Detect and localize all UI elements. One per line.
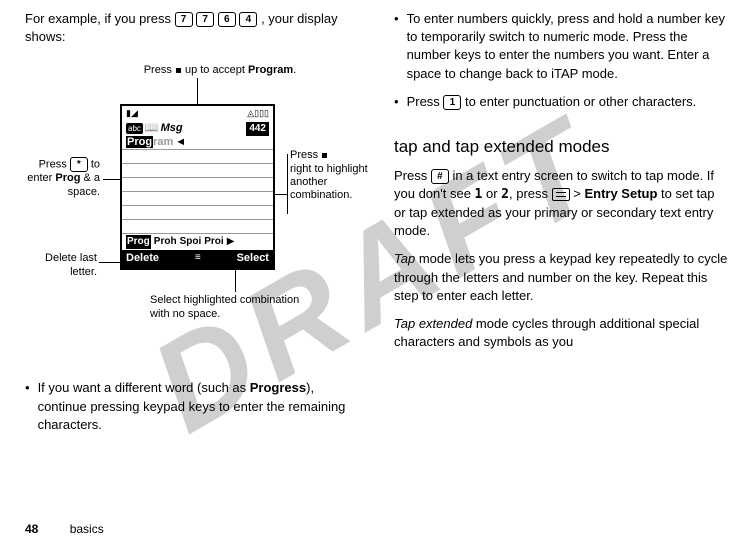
bullet-prefix: If you want a different word (such as — [38, 380, 250, 395]
page-number: 48 — [25, 522, 38, 536]
bullet2-text: Press 1 to enter punctuation or other ch… — [407, 93, 728, 111]
key-4: 4 — [239, 12, 257, 27]
signal-icon: ▮◢ — [126, 107, 138, 120]
softkey-bar: Delete ≡ Select — [122, 250, 273, 267]
p1-mid2: or — [482, 186, 501, 201]
bullet-bold: Progress — [250, 380, 306, 395]
intro-prefix: For example, if you press — [25, 11, 175, 26]
suggestion-1: Prog — [126, 235, 151, 249]
suggestion-row: Prog Proh Spoi Proi ▶ — [122, 234, 273, 250]
bullet2-suffix: to enter punctuation or other characters… — [461, 94, 696, 109]
text-line-2 — [122, 150, 273, 164]
callout-top-mid: up to accept — [182, 64, 248, 76]
p1-mid3: , press — [509, 186, 552, 201]
key-7a: 7 — [175, 12, 193, 27]
callout-top-suffix: . — [293, 64, 296, 76]
text-line-4 — [122, 178, 273, 192]
left-column: For example, if you press 7 7 6 4 , your… — [25, 10, 359, 500]
nav-dot-icon — [176, 68, 181, 73]
p1-sep: > — [570, 186, 585, 201]
text-line-6 — [122, 206, 273, 220]
callout-top: Press up to accept Program. — [130, 64, 310, 77]
right-bullet-1: • To enter numbers quickly, press and ho… — [394, 10, 728, 83]
diagram-area: Press up to accept Program. Press * to e… — [25, 64, 359, 364]
suggestion-2: Proh — [154, 235, 177, 249]
suggestion-3: Spoi — [180, 235, 202, 249]
p1-prefix: Press — [394, 168, 431, 183]
mode-2-icon: 2 — [501, 187, 509, 202]
status-bar: ▮◢ ◬▯▯▯ — [122, 106, 273, 121]
abc-mode-icon: abc — [126, 123, 143, 134]
softkey-menu-icon: ≡ — [195, 251, 201, 266]
bullet-dot: • — [25, 379, 30, 434]
callout-left1-bold: Prog — [55, 172, 80, 184]
key-7b: 7 — [196, 12, 214, 27]
msg-header: abc 📖 Msg 442 — [122, 121, 273, 136]
suggestion-4: Proi — [204, 235, 223, 249]
key-1-icon: 1 — [443, 95, 461, 110]
callout-bottom: Select highlighted combination with no s… — [150, 294, 320, 320]
callout-left1-prefix: Press — [39, 159, 70, 171]
intro-paragraph: For example, if you press 7 7 6 4 , your… — [25, 10, 359, 46]
callout-line-right-h — [275, 194, 287, 195]
prog-completion: ram — [153, 136, 173, 148]
callout-right-prefix: Press — [290, 149, 321, 161]
phone-screen: ▮◢ ◬▯▯▯ abc 📖 Msg 442 Program ◄ — [120, 104, 275, 269]
battery-icon: ◬▯▯▯ — [247, 107, 269, 120]
section-name: basics — [70, 522, 104, 536]
section-heading: tap and tap extended modes — [394, 135, 728, 159]
callout-right: Press right to highlight another combina… — [290, 149, 370, 202]
page-footer: 48 basics — [25, 521, 104, 538]
prog-highlight: Prog — [126, 136, 153, 148]
right-column: • To enter numbers quickly, press and ho… — [394, 10, 728, 500]
callout-line-bottom — [235, 268, 236, 292]
right-bullet-2: • Press 1 to enter punctuation or other … — [394, 93, 728, 111]
bullet1-text: To enter numbers quickly, press and hold… — [407, 10, 728, 83]
callout-right-suffix: right to highlight another combination. — [290, 163, 368, 201]
star-key-icon: * — [70, 157, 88, 172]
bullet-dot: • — [394, 93, 399, 111]
callout-line-left2 — [99, 262, 120, 263]
menu-key-icon — [552, 188, 570, 201]
text-line-5 — [122, 192, 273, 206]
paragraph-2: Tap mode lets you press a keypad key rep… — [394, 250, 728, 305]
dict-icon: 📖 — [145, 121, 159, 136]
nav-dot-icon-2 — [322, 153, 327, 158]
text-line-1: Program ◄ — [122, 136, 273, 150]
text-line-7 — [122, 220, 273, 234]
paragraph-1: Press # in a text entry screen to switch… — [394, 167, 728, 241]
hash-key-icon: # — [431, 169, 449, 184]
softkey-left: Delete — [126, 251, 159, 266]
callout-top-bold: Program — [248, 64, 293, 76]
key-6: 6 — [218, 12, 236, 27]
bullet2-prefix: Press — [407, 94, 444, 109]
p2-italic: Tap — [394, 251, 415, 266]
callout-left-delete: Delete last letter. — [25, 252, 97, 278]
callout-line-right-v — [287, 154, 288, 214]
more-arrow-icon: ▶ — [227, 235, 235, 249]
callout-top-prefix: Press — [144, 64, 175, 76]
text-area: Program ◄ — [122, 136, 273, 234]
callout-line-top — [197, 78, 198, 104]
paragraph-3: Tap extended mode cycles through additio… — [394, 315, 728, 351]
msg-label: Msg — [161, 121, 183, 136]
p3-italic: Tap extended — [394, 316, 472, 331]
cursor-icon: ◄ — [175, 135, 186, 150]
bullet-text: If you want a different word (such as Pr… — [38, 379, 359, 434]
char-count: 442 — [246, 122, 269, 136]
entry-setup-label: Entry Setup — [584, 186, 657, 201]
p2-suffix: mode lets you press a keypad key repeate… — [394, 251, 727, 302]
callout-left-enter: Press * to enter Prog & a space. — [25, 157, 100, 198]
left-bullet: • If you want a different word (such as … — [25, 379, 359, 434]
softkey-right: Select — [237, 251, 269, 266]
bullet-dot: • — [394, 10, 399, 83]
text-line-3 — [122, 164, 273, 178]
